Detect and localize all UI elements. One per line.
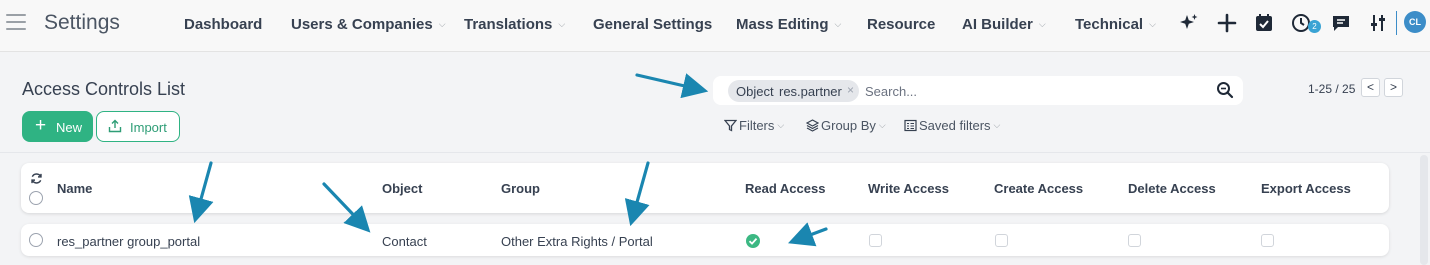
cell-object: Contact [382,234,427,249]
column-header-read-access[interactable]: Read Access [745,181,825,196]
column-header-name[interactable]: Name [57,181,92,196]
hamburger-menu-icon[interactable] [6,14,26,32]
cell-group: Other Extra Rights / Portal [501,234,653,249]
column-header-delete-access[interactable]: Delete Access [1128,181,1216,196]
chevron-down-icon: ⌵ [558,19,566,29]
top-navbar: Settings Dashboard Users & Companies ⌵ Tr… [0,0,1430,52]
chat-icon[interactable] [1330,12,1352,34]
write-access-checkbox[interactable] [869,234,882,247]
import-button[interactable]: Import [96,111,180,142]
filters-dropdown[interactable]: Filters ⌵ [723,118,785,133]
menu-item-ai-builder[interactable]: AI Builder ⌵ [962,16,1046,33]
menu-item-technical[interactable]: Technical ⌵ [1075,16,1156,33]
menu-item-general-settings[interactable]: General Settings [593,16,712,33]
menu-item-dashboard[interactable]: Dashboard [184,16,262,33]
delete-access-checkbox[interactable] [1128,234,1141,247]
chevron-down-icon: ⌵ [1038,19,1046,29]
menu-item-users-companies[interactable]: Users & Companies ⌵ [291,16,446,33]
layers-icon [805,119,820,132]
remove-facet-icon[interactable]: × [847,83,854,97]
control-panel-divider [0,152,1430,153]
group-by-dropdown[interactable]: Group By ⌵ [805,118,886,133]
pager-next-button[interactable]: > [1384,78,1403,97]
plus-icon: + [35,115,47,136]
column-header-write-access[interactable]: Write Access [868,181,949,196]
create-access-checkbox[interactable] [995,234,1008,247]
column-header-group[interactable]: Group [501,181,540,196]
menu-item-translations[interactable]: Translations ⌵ [464,16,565,33]
plus-icon[interactable] [1216,12,1238,34]
chevron-down-icon: ⌵ [1149,19,1156,29]
export-access-checkbox[interactable] [1261,234,1274,247]
search-input[interactable] [865,82,1205,100]
search-icon[interactable] [1216,81,1234,99]
table-row[interactable]: res_partner group_portal Contact Other E… [21,224,1389,256]
chevron-down-icon: ⌵ [777,120,785,130]
systray-divider [1396,11,1397,35]
refresh-icon[interactable] [30,172,43,185]
saved-filters-icon [904,119,917,132]
vertical-scrollbar[interactable] [1420,155,1428,265]
search-bar: Object res.partner × [713,76,1243,105]
app-title[interactable]: Settings [44,11,120,35]
breadcrumb-title: Access Controls List [22,79,186,99]
sparkle-icon[interactable] [1178,12,1200,34]
chevron-down-icon: ⌵ [834,19,842,29]
activity-badge: 2 [1308,20,1321,33]
pager-previous-button[interactable]: < [1361,78,1380,97]
row-select-checkbox[interactable] [29,233,43,247]
sliders-icon[interactable] [1367,12,1389,34]
pager-value[interactable]: 1-25 / 25 [1308,82,1355,96]
list-header: Name Object Group Read Access Write Acce… [21,163,1389,213]
search-facet-object[interactable]: Object res.partner × [728,80,859,102]
menu-item-mass-editing[interactable]: Mass Editing ⌵ [736,16,841,33]
menu-item-resource[interactable]: Resource [867,16,935,33]
filter-icon [723,119,738,132]
cell-name: res_partner group_portal [57,234,201,249]
upload-icon [108,119,122,133]
annotation-arrow-search [635,73,709,99]
user-avatar[interactable]: CL [1404,11,1426,33]
chevron-down-icon: ⌵ [993,120,1001,130]
select-all-checkbox[interactable] [29,191,43,205]
column-header-create-access[interactable]: Create Access [994,181,1083,196]
chevron-down-icon: ⌵ [438,19,446,29]
chevron-down-icon: ⌵ [878,120,886,130]
new-button[interactable]: + New [22,111,93,142]
saved-filters-dropdown[interactable]: Saved filters ⌵ [904,118,1000,133]
column-header-export-access[interactable]: Export Access [1261,181,1351,196]
column-header-object[interactable]: Object [382,181,422,196]
read-access-checkbox[interactable] [746,234,760,248]
checkmark-icon [748,237,758,245]
calendar-check-icon[interactable] [1253,12,1275,34]
